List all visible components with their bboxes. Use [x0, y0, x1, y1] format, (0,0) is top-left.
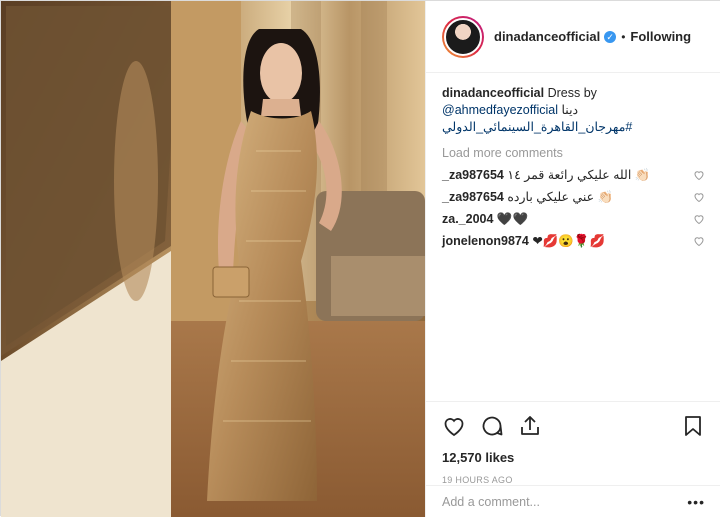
post-photo[interactable] [1, 1, 425, 517]
post-header: dinadanceofficial ✓ • Following [426, 1, 720, 73]
bookmark-icon[interactable] [681, 414, 705, 438]
comment-username[interactable]: _za987654 [442, 168, 504, 182]
verified-badge-icon: ✓ [604, 30, 617, 43]
comment-text: عني عليكي بارده 👏🏻 [507, 190, 614, 204]
comment-like-heart-icon[interactable] [693, 213, 705, 225]
comment-item: _za987654 عني عليكي بارده 👏🏻 [442, 190, 705, 204]
post-timestamp[interactable]: 19 HOURS AGO [442, 475, 705, 485]
post-sidebar: dinadanceofficial ✓ • Following dinadanc… [425, 1, 720, 517]
caption-hashtag[interactable]: #مهرجان_القاهرة_السينمائي_الدولي [442, 120, 632, 134]
comment-item: za._2004 🖤🖤 [442, 212, 705, 226]
share-icon[interactable] [518, 414, 542, 438]
heart-icon[interactable] [442, 414, 466, 438]
following-button[interactable]: Following [630, 29, 691, 44]
comment-item: jonelenon9874 ❤💋😮🌹💋 [442, 234, 705, 248]
comment-username[interactable]: za._2004 [442, 212, 493, 226]
caption-mention[interactable]: @ahmedfayezofficial [442, 103, 558, 117]
comment-text: ❤💋😮🌹💋 [532, 234, 606, 248]
comment-like-heart-icon[interactable] [693, 191, 705, 203]
comment-item: _za987654 الله عليكي رائعة قمر ١٤ 👏🏻 [442, 168, 705, 182]
header-username[interactable]: dinadanceofficial [494, 29, 600, 44]
post-actions: 12,570 likes 19 HOURS AGO [426, 401, 720, 485]
comment-like-heart-icon[interactable] [693, 235, 705, 247]
photo-illustration [1, 1, 425, 517]
post-caption: dinadanceofficial Dress by @ahmedfayezof… [442, 85, 705, 136]
comment-username[interactable]: _za987654 [442, 190, 504, 204]
avatar-image [444, 17, 482, 56]
comment-icon[interactable] [480, 414, 504, 438]
comment-input[interactable] [442, 494, 688, 509]
caption-arabic-name: دينا [561, 103, 579, 117]
caption-username[interactable]: dinadanceofficial [442, 86, 544, 100]
separator-dot: • [621, 29, 626, 44]
instagram-post-window: dinadanceofficial ✓ • Following dinadanc… [0, 0, 720, 517]
load-more-comments[interactable]: Load more comments [442, 146, 705, 160]
avatar[interactable] [442, 15, 484, 58]
more-options-icon[interactable]: ••• [687, 494, 705, 510]
comment-text: الله عليكي رائعة قمر ١٤ 👏🏻 [507, 168, 651, 182]
comment-like-heart-icon[interactable] [693, 169, 705, 181]
action-icons [442, 412, 705, 440]
comments-section: dinadanceofficial Dress by @ahmedfayezof… [426, 73, 720, 248]
comment-text: 🖤🖤 [496, 212, 529, 226]
caption-text: Dress by [547, 86, 597, 100]
comment-username[interactable]: jonelenon9874 [442, 234, 529, 248]
add-comment-bar: ••• [426, 485, 720, 517]
likes-count[interactable]: 12,570 likes [442, 450, 705, 465]
